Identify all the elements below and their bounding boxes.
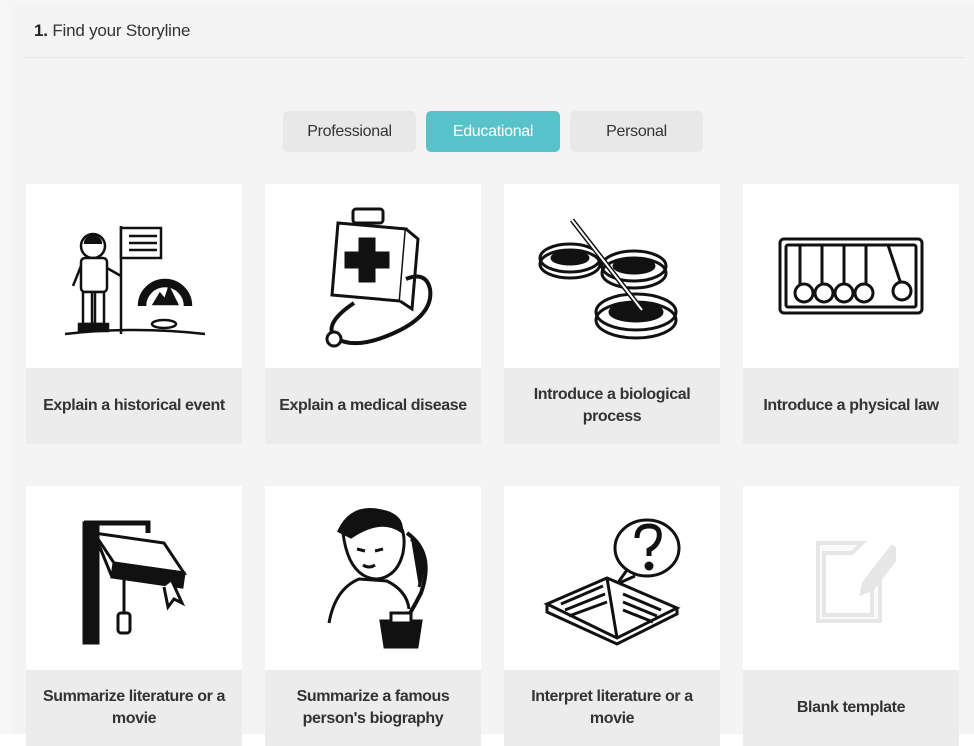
storyline-card-famous-biography[interactable]: Summarize a famous person's biography (265, 486, 481, 746)
card-image (743, 184, 959, 368)
page-background: 1. Find your Storyline Professional Educ… (0, 0, 974, 746)
storyline-card-historical-event[interactable]: Explain a historical event (26, 184, 242, 444)
storyline-card-interpret-literature[interactable]: Interpret literature or a movie (504, 486, 720, 746)
card-image (743, 486, 959, 670)
section-title-text: Find your Storyline (52, 21, 191, 40)
tab-professional[interactable]: Professional (283, 111, 416, 152)
card-label: Explain a medical disease (265, 368, 481, 444)
section-number: 1. (34, 21, 48, 40)
storyline-card-blank-template[interactable]: Blank template (743, 486, 959, 746)
card-label: Introduce a biological process (504, 368, 720, 444)
card-image (504, 184, 720, 368)
blank-document-icon (816, 541, 896, 623)
tab-personal[interactable]: Personal (570, 111, 703, 152)
book-question-icon (543, 518, 681, 646)
card-label: Blank template (743, 670, 959, 746)
storyline-card-physical-law[interactable]: Introduce a physical law (743, 184, 959, 444)
book-clamp-icon (82, 520, 188, 645)
card-label: Interpret literature or a movie (504, 670, 720, 746)
card-label: Explain a historical event (26, 368, 242, 444)
section-title: 1. Find your Storyline (34, 21, 190, 41)
card-label: Summarize a famous person's biography (265, 670, 481, 746)
storyline-card-biological-process[interactable]: Introduce a biological process (504, 184, 720, 444)
card-image (265, 184, 481, 368)
storyline-card-medical-disease[interactable]: Explain a medical disease (265, 184, 481, 444)
card-label: Summarize literature or a movie (26, 670, 242, 746)
card-label: Introduce a physical law (743, 368, 959, 444)
portrait-quill-icon (327, 508, 428, 649)
card-image (26, 184, 242, 368)
medical-kit-icon (325, 207, 433, 348)
newtons-cradle-icon (778, 237, 924, 315)
tab-educational[interactable]: Educational (426, 111, 560, 152)
storyline-card-summarize-literature[interactable]: Summarize literature or a movie (26, 486, 242, 746)
petri-dish-icon (538, 218, 678, 340)
divider (24, 57, 964, 58)
astronaut-icon (64, 226, 206, 336)
card-image (265, 486, 481, 670)
card-image (26, 486, 242, 670)
card-image (504, 486, 720, 670)
